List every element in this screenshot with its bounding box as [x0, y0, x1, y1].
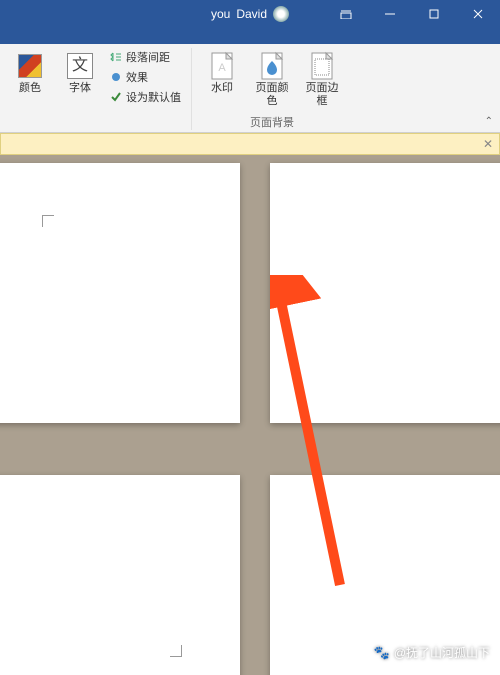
effects-button[interactable]: 效果 — [108, 68, 183, 86]
group-title-page-background: 页面背景 — [250, 114, 294, 130]
margin-mark-icon — [170, 645, 194, 669]
effects-icon — [110, 71, 122, 83]
colors-label: 颜色 — [19, 82, 41, 95]
spacing-label: 段落间距 — [126, 49, 170, 65]
page-color-label: 页面颜 色 — [256, 82, 289, 108]
watermark-label: 水印 — [211, 82, 233, 95]
fonts-icon: 文 — [67, 53, 93, 79]
effects-label: 效果 — [126, 69, 148, 85]
page-color-icon — [256, 50, 288, 82]
svg-text:A: A — [218, 62, 226, 74]
ribbon-tab-strip — [0, 28, 500, 44]
fonts-label: 字体 — [69, 82, 91, 95]
attribution-text: @抚了山河孤山下 — [394, 644, 490, 661]
paragraph-spacing-button[interactable]: 段落间距 — [108, 48, 183, 66]
margin-mark-icon — [30, 203, 54, 227]
user-avatar[interactable] — [273, 6, 289, 22]
collapse-ribbon-button[interactable]: ⌃ — [485, 116, 493, 127]
ribbon-group-formatting: 颜色 文 字体 段落间距 效果 — [0, 48, 192, 130]
image-attribution: 🐾 @抚了山河孤山下 — [374, 644, 490, 661]
message-bar: ⌃ ✕ — [0, 133, 500, 155]
title-user-name: David — [236, 7, 267, 21]
document-canvas[interactable] — [0, 155, 500, 675]
page-color-button[interactable]: 页面颜 色 — [250, 48, 294, 110]
ribbon-group-page-background: A 水印 页面颜 色 页面边框 页面背景 — [192, 48, 352, 130]
minimize-button[interactable] — [368, 0, 412, 28]
set-default-button[interactable]: 设为默认值 — [108, 88, 183, 106]
spacing-icon — [110, 51, 122, 63]
ribbon-panel: 颜色 文 字体 段落间距 效果 — [0, 44, 500, 133]
set-default-label: 设为默认值 — [126, 89, 181, 105]
paw-icon: 🐾 — [374, 645, 390, 661]
document-page[interactable] — [0, 163, 240, 423]
maximize-button[interactable] — [412, 0, 456, 28]
title-user-prefix: you — [211, 7, 230, 21]
page-border-icon — [306, 50, 338, 82]
document-page[interactable] — [0, 475, 240, 675]
watermark-icon: A — [206, 50, 238, 82]
message-bar-close-button[interactable]: ✕ — [483, 137, 493, 151]
ribbon-display-options-button[interactable] — [324, 0, 368, 28]
document-page[interactable] — [270, 163, 500, 423]
colors-button[interactable]: 颜色 — [8, 48, 52, 97]
colors-icon — [18, 54, 42, 78]
window-controls — [324, 0, 500, 28]
page-border-button[interactable]: 页面边框 — [300, 48, 344, 110]
watermark-button[interactable]: A 水印 — [200, 48, 244, 97]
close-button[interactable] — [456, 0, 500, 28]
fonts-button[interactable]: 文 字体 — [58, 48, 102, 97]
page-border-label: 页面边框 — [302, 82, 342, 108]
window-titlebar: you David — [0, 0, 500, 28]
checkmark-icon — [110, 91, 122, 103]
